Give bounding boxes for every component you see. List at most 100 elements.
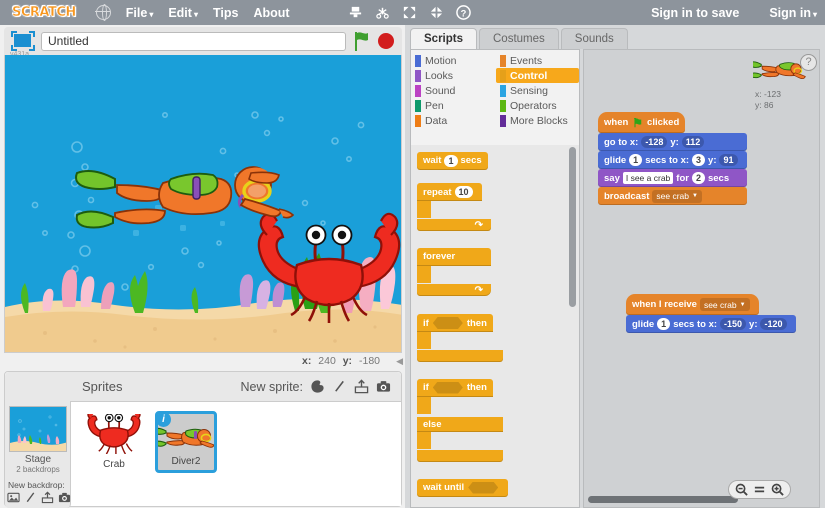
category-swatch <box>415 69 421 82</box>
new-sprite-buttons <box>310 379 391 394</box>
block-dropdown-message[interactable]: see crab ▼ <box>699 298 750 311</box>
globe-icon[interactable] <box>95 4 111 22</box>
block-input-secs[interactable]: 1 <box>444 154 458 167</box>
block-broadcast[interactable]: broadcast see crab ▼ <box>598 187 747 205</box>
palette-block-wait[interactable]: wait 1 secs <box>417 151 488 170</box>
zoom-out-icon[interactable] <box>735 483 748 496</box>
palette-scroll-area[interactable]: wait 1 secs repeat 10 ↷ forever ↷ if the… <box>411 145 579 507</box>
green-flag-icon[interactable] <box>352 30 372 52</box>
duplicate-icon[interactable] <box>348 5 363 20</box>
category-pen[interactable]: Pen <box>411 98 494 113</box>
paint-sprite-icon[interactable] <box>332 379 347 394</box>
block-dropdown-message[interactable]: see crab ▼ <box>652 189 702 203</box>
camera-backdrop-icon[interactable] <box>58 491 71 504</box>
category-more-blocks[interactable]: More Blocks <box>496 113 579 128</box>
upload-backdrop-icon[interactable] <box>41 491 54 504</box>
category-more-blocks-label: More Blocks <box>510 114 568 127</box>
block-repeat-head[interactable]: repeat 10 <box>417 183 482 201</box>
category-list: Motion Events Looks Control Sound Sensin… <box>411 53 579 128</box>
block-say-for-secs[interactable]: say I see a crab for 2 secs <box>598 169 747 187</box>
category-sensing[interactable]: Sensing <box>496 83 579 98</box>
palette-block-wait-until[interactable]: wait until <box>417 478 509 497</box>
sign-in-button[interactable]: Sign in ▾ <box>769 6 817 20</box>
camera-sprite-icon[interactable] <box>376 379 391 394</box>
block-boolean-slot[interactable] <box>432 381 463 394</box>
block-input-secs[interactable]: 1 <box>657 318 671 330</box>
sprite-tile-diver2[interactable]: i Diver2 <box>155 411 217 473</box>
cut-icon[interactable] <box>375 5 390 20</box>
palette-block-forever[interactable]: forever ↷ <box>417 246 579 301</box>
palette-block-repeat[interactable]: repeat 10 ↷ <box>417 182 579 237</box>
category-control[interactable]: Control <box>496 68 579 83</box>
question-mark-icon[interactable]: ? <box>800 54 817 71</box>
fullscreen-corner <box>29 45 35 51</box>
block-label: for <box>676 172 689 184</box>
paint-backdrop-icon[interactable] <box>24 491 37 504</box>
tab-scripts[interactable]: Scripts <box>410 28 477 49</box>
category-data[interactable]: Data <box>411 113 494 128</box>
fullscreen-icon[interactable] <box>10 30 36 52</box>
block-help-icon[interactable]: ? <box>455 5 471 20</box>
stage-area[interactable] <box>4 55 402 353</box>
sign-in-to-save-button[interactable]: Sign in to save <box>651 6 739 20</box>
script-canvas[interactable]: x: -123 y: 86 ? when ⚑ clicked go to x: <box>583 49 820 508</box>
block-if-head[interactable]: if then <box>417 314 493 332</box>
block-glide-to-xy[interactable]: glide 1 secs to x: 3 y: 91 <box>598 151 747 169</box>
menu-file[interactable]: File ▾ <box>126 6 154 20</box>
block-label: clicked <box>647 117 680 128</box>
choose-backdrop-icon[interactable] <box>7 491 20 504</box>
scratch-logo[interactable]: SCRATCH <box>8 4 80 21</box>
tab-sounds[interactable]: Sounds <box>560 28 628 49</box>
script-stack-green-flag[interactable]: when ⚑ clicked go to x: -128 y: 112 glid… <box>598 112 747 205</box>
block-input-message[interactable]: I see a crab <box>622 172 674 184</box>
category-motion[interactable]: Motion <box>411 53 494 68</box>
sprite-pane-header: Sprites New sprite: <box>70 372 401 402</box>
menu-edit[interactable]: Edit ▾ <box>168 6 198 20</box>
stage-selector[interactable]: Stage 2 backdrops New backdrop: <box>5 372 71 508</box>
zoom-reset-icon[interactable] <box>753 483 766 496</box>
palette-block-if-then[interactable]: if then <box>417 313 579 368</box>
script-horizontal-scrollbar[interactable] <box>588 496 738 503</box>
block-boolean-slot[interactable] <box>468 481 499 494</box>
diver-thumbnail-icon <box>158 427 214 448</box>
block-go-to-xy[interactable]: go to x: -128 y: 112 <box>598 133 747 151</box>
shrink-icon[interactable] <box>429 5 444 20</box>
stop-sign-icon[interactable] <box>378 33 394 49</box>
palette-scrollbar[interactable] <box>569 147 576 307</box>
block-glide-to-xy-2[interactable]: glide 1 secs to x: -150 y: -120 <box>626 315 796 333</box>
block-when-flag-clicked[interactable]: when ⚑ clicked <box>598 112 686 133</box>
tab-costumes[interactable]: Costumes <box>479 28 559 49</box>
stage-resize-handle[interactable]: ◀ <box>396 356 403 367</box>
sprite-tile-crab[interactable]: Crab <box>83 411 145 473</box>
block-boolean-slot[interactable] <box>432 317 463 329</box>
zoom-in-icon[interactable] <box>771 483 784 496</box>
block-when-i-receive[interactable]: when I receive see crab ▼ <box>626 294 759 315</box>
block-input-times[interactable]: 10 <box>454 186 473 198</box>
block-label: wait until <box>423 482 465 493</box>
script-stack-receive[interactable]: when I receive see crab ▼ glide 1 secs t… <box>626 294 796 333</box>
category-sound[interactable]: Sound <box>411 83 494 98</box>
block-forever-head[interactable]: forever <box>417 247 491 266</box>
menu-about[interactable]: About <box>253 6 289 20</box>
block-input-secs[interactable]: 2 <box>691 172 705 184</box>
menu-tips[interactable]: Tips <box>213 6 238 20</box>
block-input-x[interactable]: -128 <box>641 136 668 148</box>
block-input-x[interactable]: -150 <box>720 318 747 330</box>
category-operators[interactable]: Operators <box>496 98 579 113</box>
block-input-secs[interactable]: 1 <box>629 154 643 166</box>
chevron-down-icon: ▼ <box>692 193 698 199</box>
block-input-y[interactable]: 112 <box>681 136 705 148</box>
palette-block-if-else[interactable]: if then else <box>417 377 579 467</box>
upload-sprite-icon[interactable] <box>354 379 369 394</box>
block-ifelse-head[interactable]: if then <box>417 378 493 397</box>
block-input-y[interactable]: -120 <box>760 318 787 330</box>
block-input-y[interactable]: 91 <box>719 154 738 166</box>
block-input-x[interactable]: 3 <box>692 154 706 166</box>
choose-sprite-icon[interactable] <box>310 379 325 394</box>
palette-block-repeat-until[interactable]: repeat until ↷ <box>417 507 579 508</box>
project-name-input[interactable] <box>41 31 346 51</box>
category-events[interactable]: Events <box>496 53 579 68</box>
grow-icon[interactable] <box>402 5 417 20</box>
category-looks[interactable]: Looks <box>411 68 494 83</box>
category-control-label: Control <box>510 69 548 82</box>
